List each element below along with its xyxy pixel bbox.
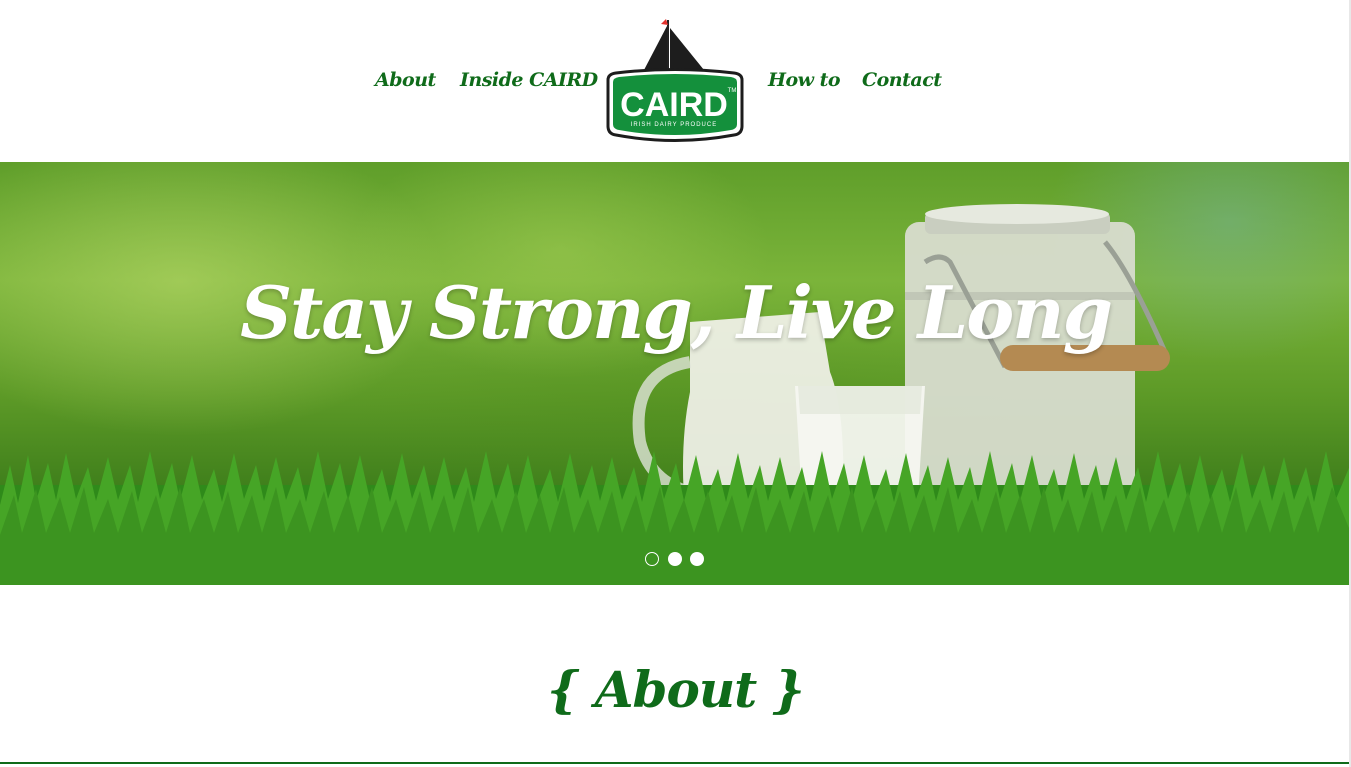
hero-headline: Stay Strong, Live Long	[240, 270, 1113, 355]
hero-slider[interactable]: Stay Strong, Live Long	[0, 162, 1351, 585]
slider-dot-3[interactable]	[690, 552, 704, 566]
nav-link-contact[interactable]: Contact	[862, 66, 942, 94]
about-section-heading: { About }	[547, 660, 805, 719]
logo-wordmark: CAIRD	[620, 86, 728, 124]
nav-link-about[interactable]: About	[375, 66, 436, 94]
svg-text:TM: TM	[728, 88, 737, 94]
slider-dot-2[interactable]	[668, 552, 682, 566]
nav-link-inside-caird[interactable]: Inside CAIRD	[460, 66, 598, 94]
site-header: About Inside CAIRD CAIRD TM IRISH DAIRY …	[0, 0, 1351, 162]
nav-link-how-to[interactable]: How to	[768, 66, 841, 94]
logo-tagline: IRISH DAIRY PRODUCE	[631, 122, 717, 128]
section-divider	[0, 762, 1351, 764]
slider-dot-1[interactable]	[645, 552, 659, 566]
caird-logo[interactable]: CAIRD TM IRISH DAIRY PRODUCE	[604, 18, 746, 146]
